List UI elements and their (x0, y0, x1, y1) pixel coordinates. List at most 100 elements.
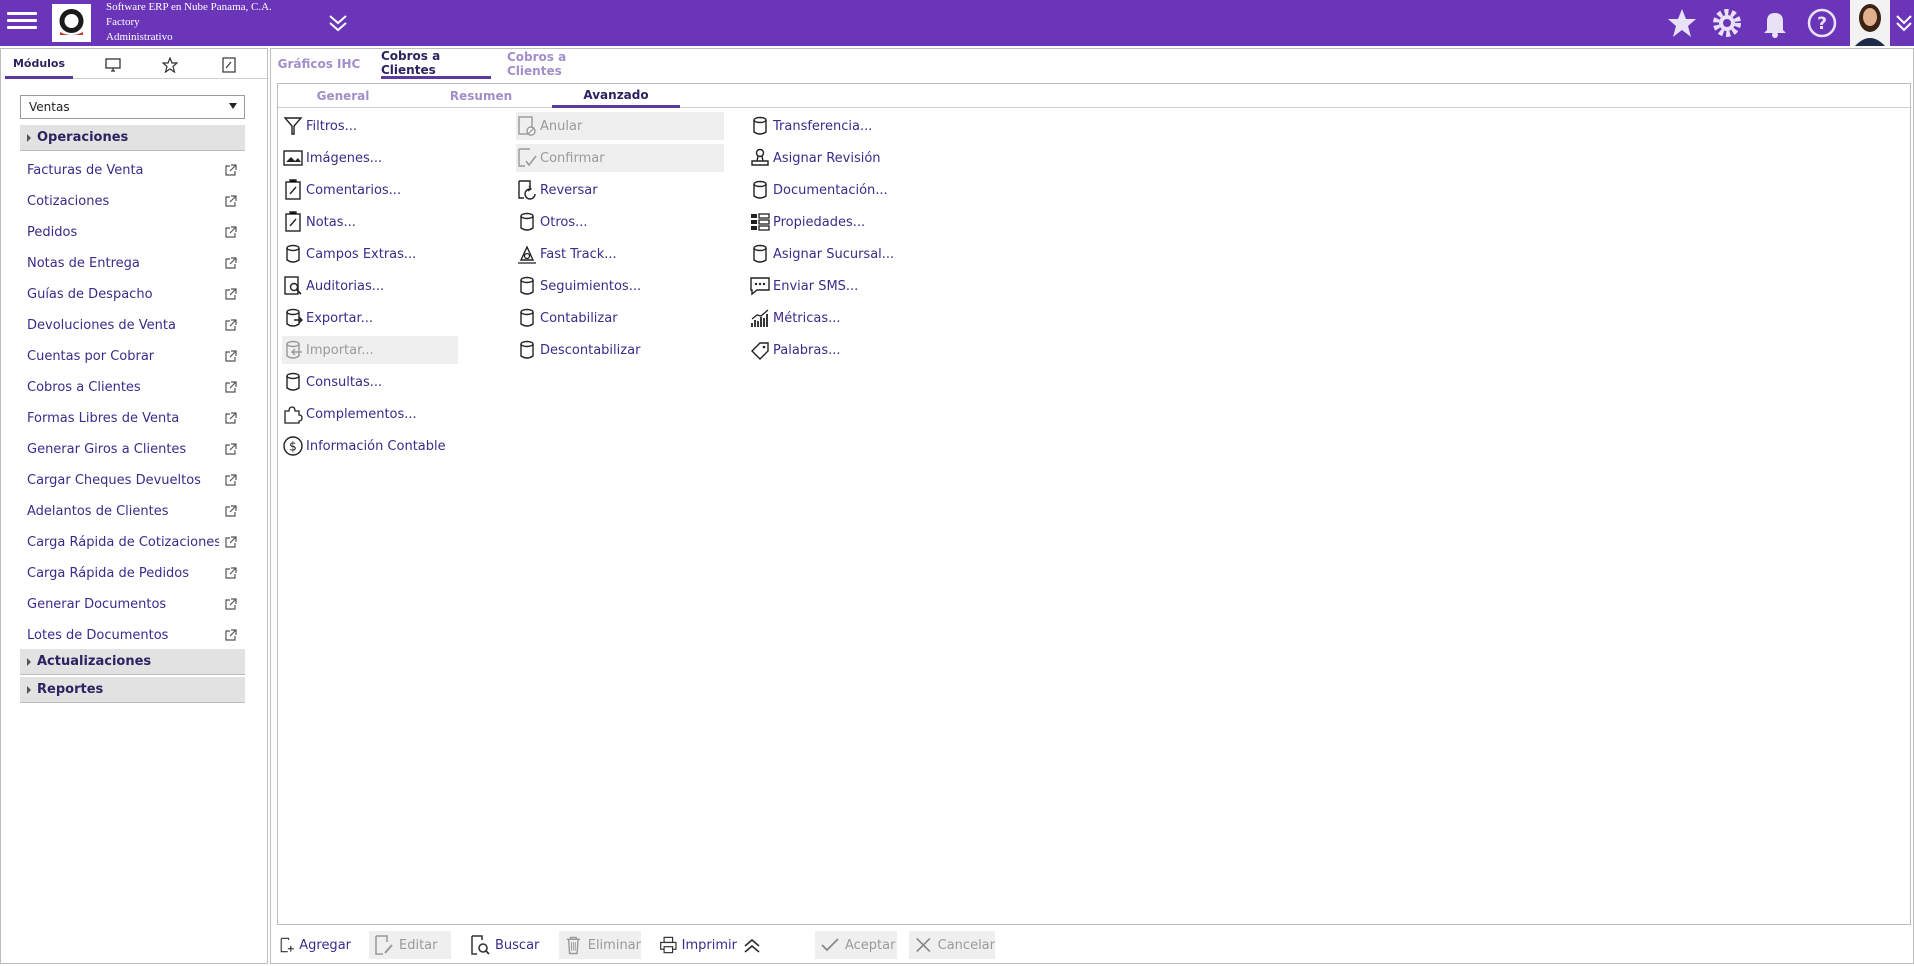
double-chevron-up-icon[interactable] (741, 936, 763, 956)
action-item[interactable]: Propiedades... (749, 208, 925, 236)
subtab-general[interactable]: General (298, 84, 388, 108)
subtab-avanzado[interactable]: Avanzado (552, 84, 680, 108)
action-item[interactable]: Palabras... (749, 336, 925, 364)
dollar-circle-icon: $ (283, 436, 303, 456)
action-item[interactable]: Seguimientos... (516, 272, 724, 300)
action-item[interactable]: Complementos... (282, 400, 458, 428)
tab-cobros-a-clientes[interactable]: Cobros a Clientes (381, 49, 491, 79)
module-item[interactable]: Generar Giros a Clientes (20, 434, 245, 465)
module-item[interactable]: Adelantos de Clientes (20, 496, 245, 527)
action-item[interactable]: Métricas... (749, 304, 925, 332)
action-item[interactable]: Asignar Sucursal... (749, 240, 925, 268)
group-operaciones[interactable]: Operaciones (20, 125, 245, 151)
action-item[interactable]: Exportar... (282, 304, 458, 332)
action-item[interactable]: Reversar (516, 176, 724, 204)
external-link-icon[interactable] (224, 474, 237, 487)
action-item[interactable]: Importar... (282, 336, 458, 364)
group-actualizaciones[interactable]: Actualizaciones (20, 649, 245, 675)
external-link-icon[interactable] (224, 598, 237, 611)
external-link-icon[interactable] (224, 164, 237, 177)
action-item[interactable]: Campos Extras... (282, 240, 458, 268)
module-item[interactable]: Formas Libres de Venta (20, 403, 245, 434)
module-item[interactable]: Guías de Despacho (20, 279, 245, 310)
tab-desktop[interactable] (93, 51, 133, 79)
module-item[interactable]: Carga Rápida de Pedidos (20, 558, 245, 589)
module-dropdown[interactable]: Ventas (20, 95, 245, 119)
module-item[interactable]: Devoluciones de Venta (20, 310, 245, 341)
external-link-icon[interactable] (224, 505, 237, 518)
action-item[interactable]: Enviar SMS... (749, 272, 925, 300)
add-button[interactable]: Agregar (275, 931, 351, 959)
bell-icon[interactable] (1758, 6, 1792, 40)
tab-cobros-a-clientes-2[interactable]: Cobros a Clientes (507, 49, 619, 79)
external-link-icon[interactable] (224, 288, 237, 301)
double-chevron-down-icon[interactable] (1894, 10, 1914, 36)
external-link-icon[interactable] (224, 629, 237, 642)
external-link-icon[interactable] (224, 319, 237, 332)
module-item-label: Formas Libres de Venta (27, 411, 180, 426)
tab-graficos-ihc[interactable]: Gráficos IHC (275, 49, 363, 79)
tab-modules[interactable]: Módulos (5, 51, 73, 79)
module-item[interactable]: Notas de Entrega (20, 248, 245, 279)
module-item[interactable]: Carga Rápida de Cotizaciones (20, 527, 245, 558)
action-item[interactable]: Confirmar (516, 144, 724, 172)
module-item-label: Carga Rápida de Cotizaciones (27, 535, 219, 550)
module-item[interactable]: Generar Documentos (20, 589, 245, 620)
module-item[interactable]: Lotes de Documentos (20, 620, 245, 651)
double-chevron-down-icon[interactable] (325, 10, 351, 36)
filter-icon (283, 117, 303, 135)
tab-documents[interactable] (209, 51, 249, 79)
action-item[interactable]: Documentación... (749, 176, 925, 204)
action-item[interactable]: Comentarios... (282, 176, 458, 204)
action-item[interactable]: $ Información Contable (282, 432, 458, 460)
external-link-icon[interactable] (224, 381, 237, 394)
external-link-icon[interactable] (224, 195, 237, 208)
tab-favorites[interactable] (150, 51, 190, 79)
avatar[interactable] (1850, 0, 1890, 46)
external-link-icon[interactable] (224, 350, 237, 363)
action-item[interactable]: Auditorias... (282, 272, 458, 300)
external-link-icon[interactable] (224, 226, 237, 239)
external-link-icon[interactable] (224, 257, 237, 270)
star-icon[interactable] (1665, 6, 1699, 40)
cancel-button[interactable]: Cancelar (909, 931, 995, 959)
database-icon (520, 212, 534, 231)
module-item[interactable]: Facturas de Venta (20, 155, 245, 186)
action-item[interactable]: Contabilizar (516, 304, 724, 332)
external-link-icon[interactable] (224, 567, 237, 580)
action-label: Descontabilizar (540, 342, 641, 358)
accept-button[interactable]: Aceptar (815, 931, 897, 959)
module-item[interactable]: Cargar Cheques Devueltos (20, 465, 245, 496)
gear-icon[interactable] (1710, 6, 1744, 40)
subtab-resumen[interactable]: Resumen (436, 84, 526, 108)
module-item[interactable]: Cobros a Clientes (20, 372, 245, 403)
action-item[interactable]: Descontabilizar (516, 336, 724, 364)
edit-button[interactable]: Editar (369, 931, 451, 959)
action-item[interactable]: Transferencia... (749, 112, 925, 140)
module-item-label: Carga Rápida de Pedidos (27, 566, 190, 581)
action-item[interactable]: Filtros... (282, 112, 458, 140)
panel-tabs: Módulos (5, 51, 267, 79)
group-reportes[interactable]: Reportes (20, 677, 245, 703)
print-button[interactable]: Imprimir (655, 931, 737, 959)
action-item[interactable]: Consultas... (282, 368, 458, 396)
menu-icon[interactable] (5, 8, 39, 38)
module-item[interactable]: Cuentas por Cobrar (20, 341, 245, 372)
action-item[interactable]: Imágenes... (282, 144, 458, 172)
external-link-icon[interactable] (224, 443, 237, 456)
action-item[interactable]: Notas... (282, 208, 458, 236)
action-item[interactable]: Anular (516, 112, 724, 140)
action-label: Asignar Revisión (773, 150, 881, 166)
add-document-icon (280, 937, 294, 953)
help-icon[interactable]: ? (1805, 6, 1839, 40)
search-button[interactable]: Buscar (465, 931, 541, 959)
external-link-icon[interactable] (224, 412, 237, 425)
action-item[interactable]: Asignar Revisión (749, 144, 925, 172)
external-link-icon[interactable] (224, 536, 237, 549)
action-item[interactable]: Otros... (516, 208, 724, 236)
module-item[interactable]: Pedidos (20, 217, 245, 248)
action-item[interactable]: Fast Track... (516, 240, 724, 268)
module-item[interactable]: Cotizaciones (20, 186, 245, 217)
delete-button[interactable]: Eliminar (559, 931, 641, 959)
confirm-document-icon (518, 148, 537, 167)
